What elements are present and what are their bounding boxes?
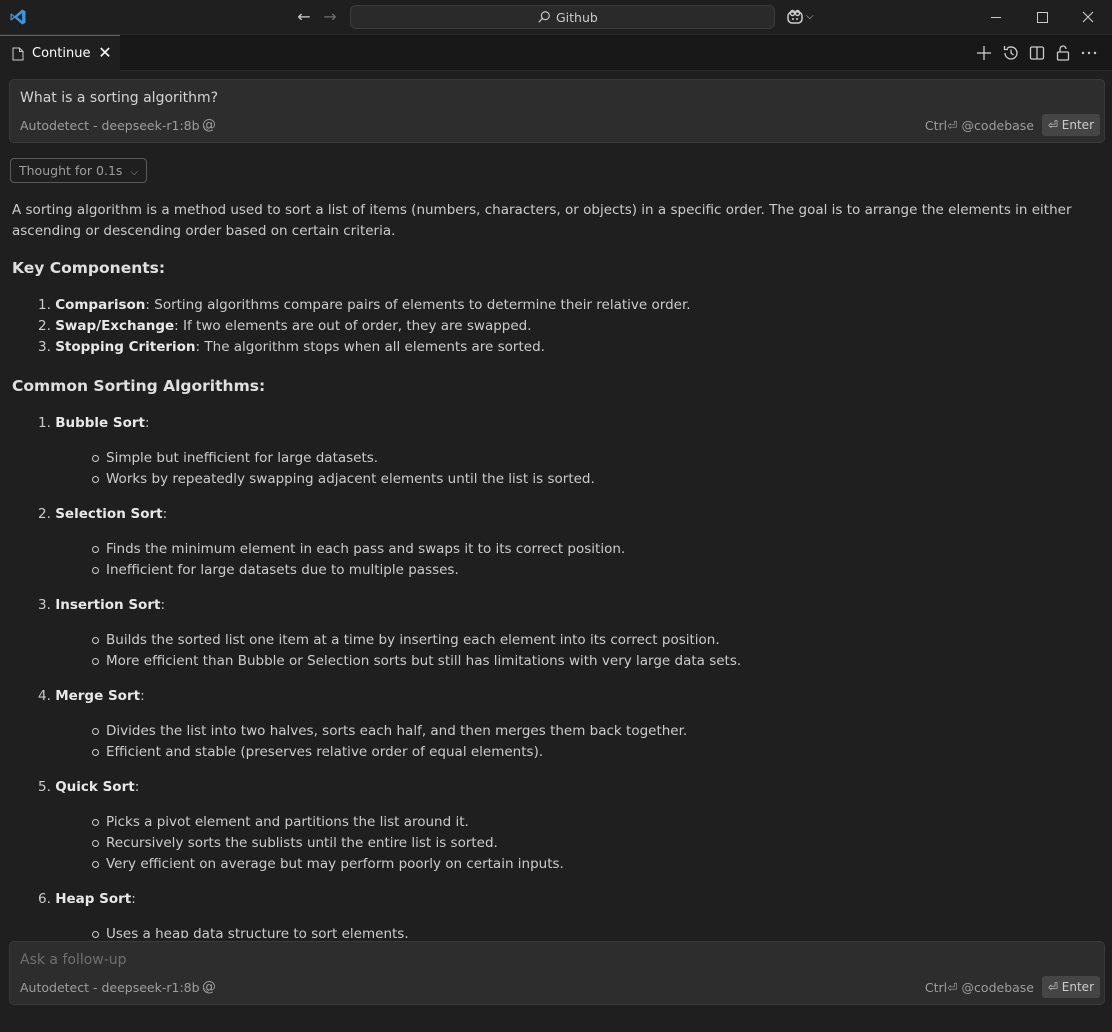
command-center-search[interactable]: Github xyxy=(350,5,775,29)
forward-arrow-icon[interactable]: → xyxy=(320,7,340,27)
close-window-button[interactable] xyxy=(1065,0,1111,35)
list-item: Divides the list into two halves, sorts … xyxy=(80,721,1102,742)
model-selector[interactable]: Autodetect - deepseek-r1:8b ⌵ xyxy=(20,980,211,995)
model-label: Autodetect - deepseek-r1:8b xyxy=(20,980,200,995)
algorithm-item: 4. Merge Sort: Divides the list into two… xyxy=(38,686,1102,763)
lock-icon[interactable] xyxy=(1053,43,1073,63)
chevron-down-icon: ⌵ xyxy=(130,167,138,178)
model-selector[interactable]: Autodetect - deepseek-r1:8b ⌵ xyxy=(20,118,211,133)
vscode-logo-icon[interactable] xyxy=(9,8,27,26)
algorithm-item: 6. Heap Sort: Uses a heap data structure… xyxy=(38,889,1102,938)
tab-bar: Continue ✕ xyxy=(0,35,1112,71)
at-mention-icon[interactable]: @ xyxy=(202,979,216,995)
list-item: Builds the sorted list one item at a tim… xyxy=(80,630,1102,651)
tab-close-icon[interactable]: ✕ xyxy=(96,44,114,62)
file-icon xyxy=(12,47,24,61)
new-session-icon[interactable] xyxy=(974,43,994,63)
intro-paragraph: A sorting algorithm is a method used to … xyxy=(12,202,1072,239)
algorithm-item: 2. Selection Sort: Finds the minimum ele… xyxy=(38,504,1102,581)
minimize-button[interactable] xyxy=(973,0,1019,35)
more-actions-icon[interactable] xyxy=(1079,43,1099,63)
at-mention-icon[interactable]: @ xyxy=(202,117,216,133)
maximize-icon xyxy=(1037,12,1048,23)
list-item: 2. Swap/Exchange: If two elements are ou… xyxy=(38,318,532,334)
split-editor-icon[interactable] xyxy=(1027,43,1047,63)
copilot-icon xyxy=(787,9,803,24)
list-item: Very efficient on average but may perfor… xyxy=(80,854,1102,875)
model-label: Autodetect - deepseek-r1:8b xyxy=(20,118,200,133)
common-algorithms-heading: Common Sorting Algorithms: xyxy=(12,377,266,395)
list-item: More efficient than Bubble or Selection … xyxy=(80,651,1102,672)
query-input-box[interactable]: What is a sorting algorithm? Autodetect … xyxy=(9,79,1105,143)
thought-toggle[interactable]: Thought for 0.1s ⌵ xyxy=(10,158,147,183)
minimize-icon xyxy=(991,17,1001,18)
history-icon[interactable] xyxy=(1001,43,1021,63)
key-components-list: 1. Comparison: Sorting algorithms compar… xyxy=(38,295,1102,358)
back-arrow-icon[interactable]: ← xyxy=(294,7,314,27)
list-item: 1. Comparison: Sorting algorithms compar… xyxy=(38,297,691,313)
algorithm-item: 1. Bubble Sort: Simple but inefficient f… xyxy=(38,413,1102,490)
algorithm-item: 5. Quick Sort: Picks a pivot element and… xyxy=(38,777,1102,875)
tab-label: Continue xyxy=(32,46,91,61)
copilot-menu-button[interactable]: ⌵ xyxy=(786,7,820,27)
close-icon xyxy=(1082,11,1094,23)
maximize-button[interactable] xyxy=(1019,0,1065,35)
search-icon xyxy=(538,11,550,23)
enter-button[interactable]: ⏎ Enter xyxy=(1041,114,1100,136)
list-item: Recursively sorts the sublists until the… xyxy=(80,833,1102,854)
follow-up-input-box[interactable]: Autodetect - deepseek-r1:8b⌵ @ Ctrl⏎ @co… xyxy=(9,941,1105,1005)
list-item: Picks a pivot element and partitions the… xyxy=(80,812,1102,833)
list-item: 3. Stopping Criterion: The algorithm sto… xyxy=(38,339,545,355)
title-bar: ← → Github ⌵ xyxy=(0,0,1112,35)
list-item: Simple but inefficient for large dataset… xyxy=(80,448,1102,469)
codebase-hint[interactable]: Ctrl⏎ @codebase xyxy=(925,980,1034,995)
query-text[interactable]: What is a sorting algorithm? xyxy=(20,90,218,106)
list-item: Inefficient for large datasets due to mu… xyxy=(80,560,1102,581)
list-item: Finds the minimum element in each pass a… xyxy=(80,539,1102,560)
codebase-hint[interactable]: Ctrl⏎ @codebase xyxy=(925,118,1034,133)
enter-button[interactable]: ⏎ Enter xyxy=(1041,976,1100,998)
tab-continue[interactable]: Continue ✕ xyxy=(0,35,120,71)
list-item: Efficient and stable (preserves relative… xyxy=(80,742,1102,763)
list-item: Uses a heap data structure to sort eleme… xyxy=(80,924,1102,938)
thought-label: Thought for 0.1s xyxy=(19,163,123,178)
chevron-down-icon: ⌵ xyxy=(806,11,814,22)
list-item: Works by repeatedly swapping adjacent el… xyxy=(80,469,1102,490)
follow-up-input[interactable] xyxy=(20,952,920,968)
algorithm-item: 3. Insertion Sort: Builds the sorted lis… xyxy=(38,595,1102,672)
command-center-text: Github xyxy=(556,10,598,25)
key-components-heading: Key Components: xyxy=(12,259,166,277)
response-content: A sorting algorithm is a method used to … xyxy=(12,200,1102,938)
